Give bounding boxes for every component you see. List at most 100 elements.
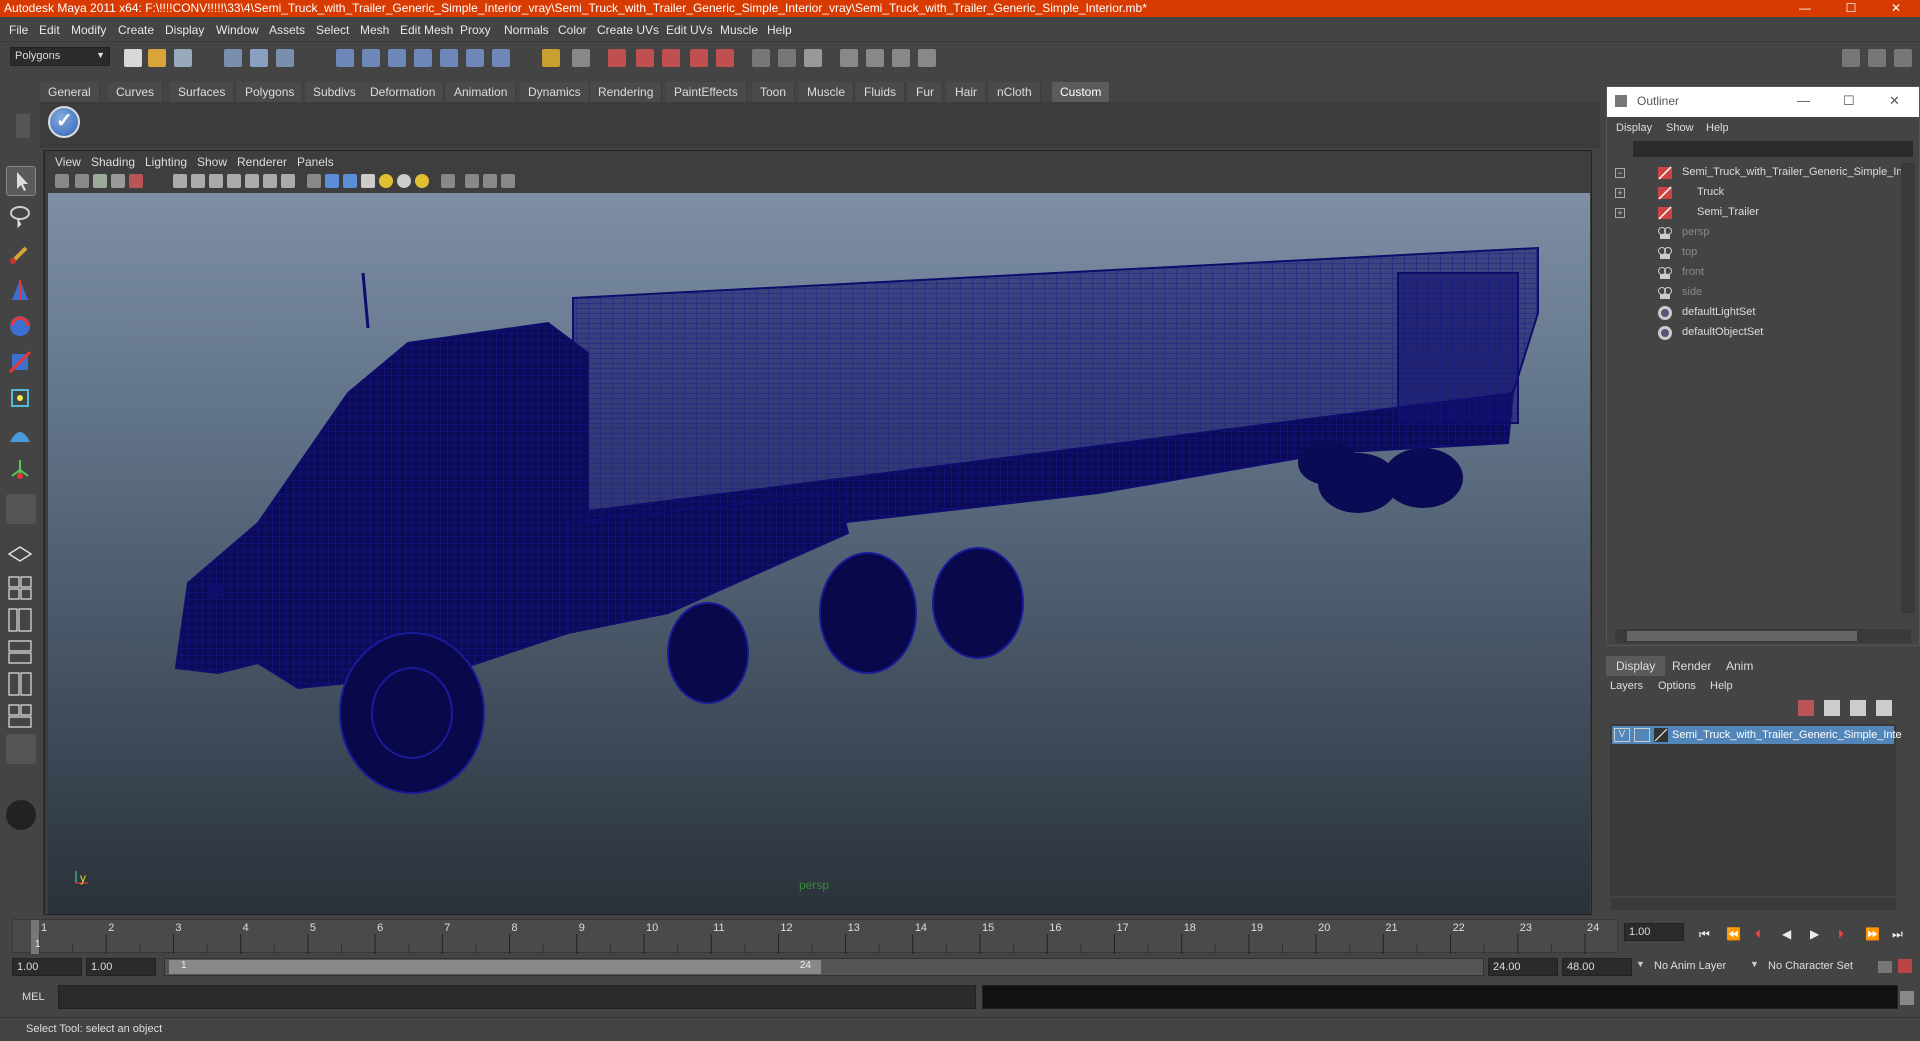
minimize-button[interactable]: — <box>1783 0 1827 17</box>
smooth-shading-icon[interactable] <box>325 174 339 188</box>
rotate-tool-icon[interactable] <box>6 312 36 342</box>
safe-title-icon[interactable] <box>281 174 295 188</box>
menu-modify[interactable]: Modify <box>71 23 106 37</box>
new-scene-icon[interactable] <box>124 49 142 67</box>
persp-graph-layout-icon[interactable] <box>6 638 36 668</box>
menu-create-uvs[interactable]: Create UVs <box>597 23 659 37</box>
outliner-item[interactable]: + Truck <box>1607 183 1897 203</box>
input-line-icon[interactable] <box>752 49 770 67</box>
time-slider-track[interactable]: 1 2 3 4 5 6 7 8 9 10 11 12 13 14 15 16 17 18 19 20 21 22 23 24 … <box>12 919 1618 954</box>
custom-layout-icon[interactable] <box>6 734 36 764</box>
shelf-tab-fur[interactable]: Fur <box>908 82 943 102</box>
layer-up-icon[interactable] <box>1850 700 1866 716</box>
viewport-menu-panels[interactable]: Panels <box>297 155 334 169</box>
menu-muscle[interactable]: Muscle <box>720 23 758 37</box>
textured-icon[interactable] <box>361 174 375 188</box>
shelf-tab-curves[interactable]: Curves <box>108 82 164 102</box>
layer-down-icon[interactable] <box>1876 700 1892 716</box>
shadows-icon[interactable] <box>415 174 429 188</box>
chevron-down-icon[interactable]: ▼ <box>1750 959 1759 969</box>
perspective-viewport[interactable]: View Shading Lighting Show Renderer Pane… <box>44 150 1592 915</box>
menu-help[interactable]: Help <box>767 23 792 37</box>
playback-end-field[interactable]: 24.00 <box>1488 958 1558 976</box>
channel-layout-icon[interactable] <box>1868 49 1886 67</box>
playback-start-field[interactable]: 1.00 <box>86 958 156 976</box>
viewport-menu-show[interactable]: Show <box>197 155 227 169</box>
grid-icon[interactable] <box>173 174 187 188</box>
hypershade-icon[interactable] <box>690 49 708 67</box>
show-manipulator-icon[interactable] <box>6 456 36 486</box>
layer-horizontal-scrollbar[interactable] <box>1610 898 1896 910</box>
hypershade-persp-layout-icon[interactable] <box>6 670 36 700</box>
layer-tab-render[interactable]: Render <box>1662 656 1721 676</box>
shelf-tab-deformation[interactable]: Deformation <box>362 82 445 102</box>
step-forward-frame-icon[interactable]: ⏵ <box>1838 927 1844 942</box>
menu-edit-uvs[interactable]: Edit UVs <box>666 23 713 37</box>
time-slider[interactable]: 1 2 3 4 5 6 7 8 9 10 11 12 13 14 15 16 17 18 19 20 21 22 23 24 … <box>0 915 1920 955</box>
menu-display[interactable]: Display <box>165 23 204 37</box>
range-slider-bar[interactable]: 1 24 <box>169 960 821 974</box>
shelf-tab-painteffects[interactable]: PaintEffects <box>666 82 747 102</box>
shelf-tab-surfaces[interactable]: Surfaces <box>170 82 235 102</box>
animation-end-field[interactable]: 48.00 <box>1562 958 1632 976</box>
auto-key-icon[interactable] <box>1878 961 1892 973</box>
shelf-tab-toon[interactable]: Toon <box>752 82 796 102</box>
outliner-horizontal-scrollbar[interactable] <box>1615 629 1911 643</box>
render-region-icon[interactable] <box>572 49 590 67</box>
bookmark-icon[interactable] <box>93 174 107 188</box>
step-forward-key-icon[interactable]: ⏩ <box>1865 927 1880 941</box>
shelf-tab-polygons[interactable]: Polygons <box>237 82 304 102</box>
viewport-scene[interactable]: persp y <box>48 193 1590 914</box>
render-settings-icon[interactable] <box>662 49 680 67</box>
range-slider-track[interactable]: 1 24 <box>164 958 1484 976</box>
xray-icon[interactable] <box>465 174 479 188</box>
shelf-tab-rendering[interactable]: Rendering <box>590 82 663 102</box>
outliner-close-button[interactable]: ✕ <box>1889 93 1900 109</box>
viewport-menu-renderer[interactable]: Renderer <box>237 155 287 169</box>
make-live-icon[interactable] <box>440 49 458 67</box>
select-component-icon[interactable] <box>276 49 294 67</box>
new-layer-selected-icon[interactable] <box>1824 700 1840 716</box>
four-view-layout-icon[interactable] <box>6 574 36 604</box>
step-back-key-icon[interactable]: ⏪ <box>1726 927 1741 941</box>
snap-curve-icon[interactable] <box>362 49 380 67</box>
select-tool-icon[interactable] <box>6 166 36 196</box>
maximize-button[interactable]: ☐ <box>1829 0 1873 17</box>
close-button[interactable]: ✕ <box>1874 0 1918 17</box>
wireframe-on-shaded-icon[interactable] <box>343 174 357 188</box>
two-d-pan-zoom-icon[interactable] <box>129 174 143 188</box>
xray-components-icon[interactable] <box>501 174 515 188</box>
menu-select[interactable]: Select <box>316 23 349 37</box>
tool-settings-icon[interactable] <box>866 49 884 67</box>
layer-type-toggle[interactable] <box>1634 728 1650 742</box>
layer-tab-anim[interactable]: Anim <box>1716 656 1763 676</box>
outliner-item[interactable]: top <box>1607 243 1897 263</box>
layer-tab-display[interactable]: Display <box>1606 656 1666 676</box>
isolate-select-icon[interactable] <box>441 174 455 188</box>
anim-layer-dropdown[interactable]: No Anim Layer <box>1650 958 1746 976</box>
layer-color-icon[interactable] <box>1654 728 1668 742</box>
expand-icon[interactable]: + <box>1615 188 1625 198</box>
command-input[interactable] <box>58 985 976 1009</box>
help-icon[interactable] <box>492 49 510 67</box>
outliner-item[interactable]: front <box>1607 263 1897 283</box>
layer-visibility-toggle[interactable]: V <box>1614 728 1630 742</box>
image-plane-icon[interactable] <box>111 174 125 188</box>
outliner-layout-icon[interactable] <box>1894 49 1912 67</box>
outliner-vertical-scrollbar[interactable] <box>1901 163 1915 613</box>
shelf-tab-fluids[interactable]: Fluids <box>856 82 906 102</box>
layer-menu-options[interactable]: Options <box>1658 680 1696 692</box>
universal-manipulator-icon[interactable] <box>6 384 36 414</box>
render-view-icon[interactable] <box>716 49 734 67</box>
collapse-icon[interactable]: − <box>1615 168 1625 178</box>
chevron-down-icon[interactable]: ▼ <box>1636 959 1645 969</box>
ipr-render-icon[interactable] <box>636 49 654 67</box>
xray-joints-icon[interactable] <box>483 174 497 188</box>
outliner-scroll-thumb[interactable] <box>1627 631 1857 641</box>
outliner-menu-show[interactable]: Show <box>1666 122 1694 134</box>
shelf-tab-dynamics[interactable]: Dynamics <box>520 82 590 102</box>
layer-row[interactable]: V Semi_Truck_with_Trailer_Generic_Simple… <box>1612 726 1902 744</box>
outliner-item[interactable]: persp <box>1607 223 1897 243</box>
checkmark-shelf-icon[interactable]: ✓ <box>48 106 80 138</box>
menu-file[interactable]: File <box>9 23 28 37</box>
